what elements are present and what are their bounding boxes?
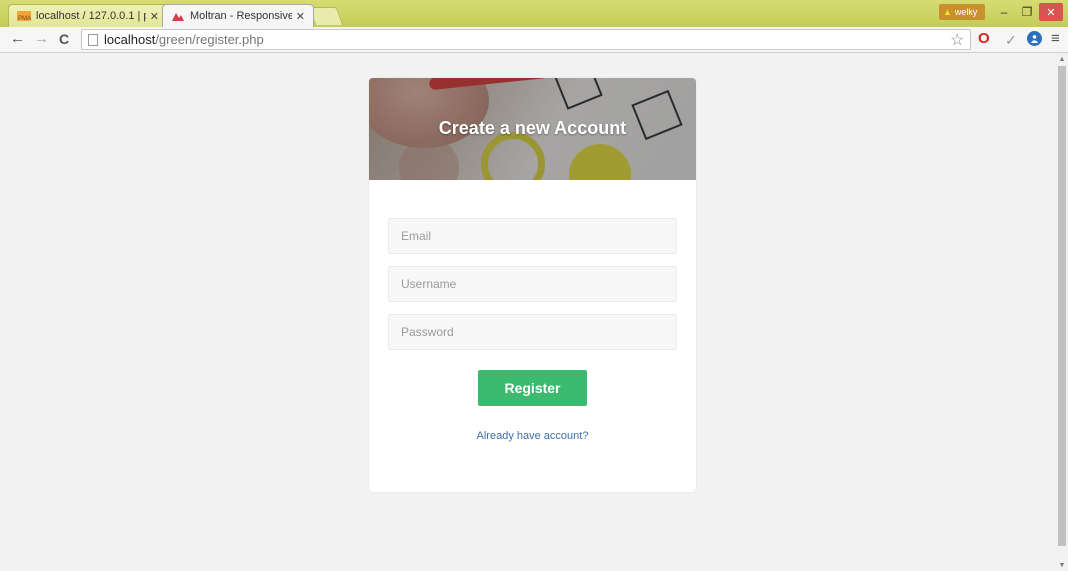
browser-toolbar: ← → C localhost/green/register.php ☆ O ✓…: [0, 27, 1068, 53]
tab-title: Moltran - Responsive Adm: [190, 10, 292, 22]
star-icon[interactable]: ☆: [950, 30, 964, 50]
extension-icon[interactable]: [1027, 31, 1042, 46]
warning-icon: ▲: [943, 7, 952, 17]
maximize-button[interactable]: ❐: [1016, 3, 1038, 21]
register-form: Register Already have account?: [369, 180, 696, 442]
password-field[interactable]: [388, 314, 677, 350]
check-icon[interactable]: ✓: [1005, 32, 1017, 49]
address-bar[interactable]: localhost/green/register.php: [81, 29, 971, 50]
browser-titlebar: PMA localhost / 127.0.0.1 | php ✕ Moltra…: [0, 0, 1068, 27]
user-icon: [1030, 35, 1039, 43]
moltran-icon: [172, 13, 184, 21]
close-icon[interactable]: ✕: [150, 10, 159, 23]
username-field[interactable]: [388, 266, 677, 302]
window-close-button[interactable]: ✕: [1039, 3, 1063, 21]
minimize-button[interactable]: ‒: [992, 3, 1016, 21]
menu-icon[interactable]: ≡: [1051, 30, 1060, 47]
email-field[interactable]: [388, 218, 677, 254]
tab-phpmyadmin[interactable]: PMA localhost / 127.0.0.1 | php ✕: [8, 4, 168, 27]
scrollbar[interactable]: ▲ ▼: [1056, 53, 1068, 571]
card-header: Create a new Account: [369, 78, 696, 180]
reload-icon[interactable]: C: [59, 31, 69, 47]
opera-icon[interactable]: O: [978, 30, 990, 47]
card-title: Create a new Account: [438, 118, 627, 138]
close-icon[interactable]: ✕: [296, 10, 305, 23]
login-link[interactable]: Already have account?: [388, 430, 677, 442]
tab-moltran[interactable]: Moltran - Responsive Adm ✕: [162, 4, 314, 27]
page-icon: [88, 33, 98, 46]
url-path: /green/register.php: [155, 32, 264, 47]
phpmyadmin-icon: PMA: [17, 11, 31, 22]
register-button[interactable]: Register: [478, 370, 587, 406]
scroll-down-icon[interactable]: ▼: [1056, 559, 1068, 571]
forward-arrow-icon[interactable]: →: [34, 30, 49, 47]
tab-title: localhost / 127.0.0.1 | php: [36, 10, 146, 22]
profile-badge[interactable]: ▲ welky: [939, 4, 985, 20]
scroll-thumb[interactable]: [1058, 66, 1066, 546]
url-host: localhost: [104, 32, 156, 47]
scroll-up-icon[interactable]: ▲: [1056, 53, 1068, 65]
back-arrow-icon[interactable]: ←: [10, 30, 25, 47]
svg-text:PMA: PMA: [18, 16, 31, 22]
profile-name: welky: [954, 7, 978, 17]
register-card: Create a new Account Register Already ha…: [369, 78, 696, 492]
